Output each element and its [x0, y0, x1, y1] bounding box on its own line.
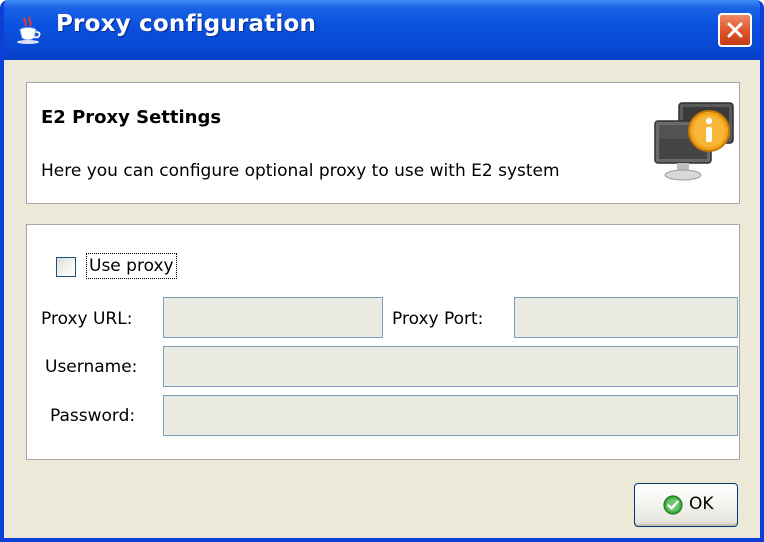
window-title: Proxy configuration — [56, 11, 317, 37]
ok-label: OK — [689, 494, 714, 514]
username-label: Username: — [45, 357, 138, 377]
proxy-form-panel: Use proxy Proxy URL: Proxy Port: Usernam… — [26, 224, 740, 460]
title-bar[interactable]: Proxy configuration — [4, 0, 760, 60]
header-title: E2 Proxy Settings — [41, 107, 222, 128]
check-circle-icon — [663, 495, 683, 515]
password-field[interactable] — [163, 395, 738, 436]
proxy-port-label: Proxy Port: — [392, 309, 484, 329]
close-icon — [727, 22, 743, 38]
header-panel: E2 Proxy Settings Here you can configure… — [26, 82, 740, 204]
header-description: Here you can configure optional proxy to… — [41, 161, 560, 181]
proxy-configuration-dialog: Proxy configuration E2 Proxy Settings He… — [0, 0, 764, 542]
close-button[interactable] — [718, 13, 752, 47]
info-monitor-icon — [649, 99, 737, 187]
use-proxy-label[interactable]: Use proxy — [86, 253, 177, 279]
username-field[interactable] — [163, 346, 738, 387]
ok-button[interactable]: OK — [634, 483, 738, 527]
java-coffee-icon — [14, 15, 44, 45]
use-proxy-checkbox[interactable] — [56, 257, 76, 277]
proxy-url-field[interactable] — [163, 297, 383, 338]
password-label: Password: — [50, 406, 136, 426]
proxy-url-label: Proxy URL: — [41, 309, 133, 329]
proxy-port-field[interactable] — [514, 297, 738, 338]
